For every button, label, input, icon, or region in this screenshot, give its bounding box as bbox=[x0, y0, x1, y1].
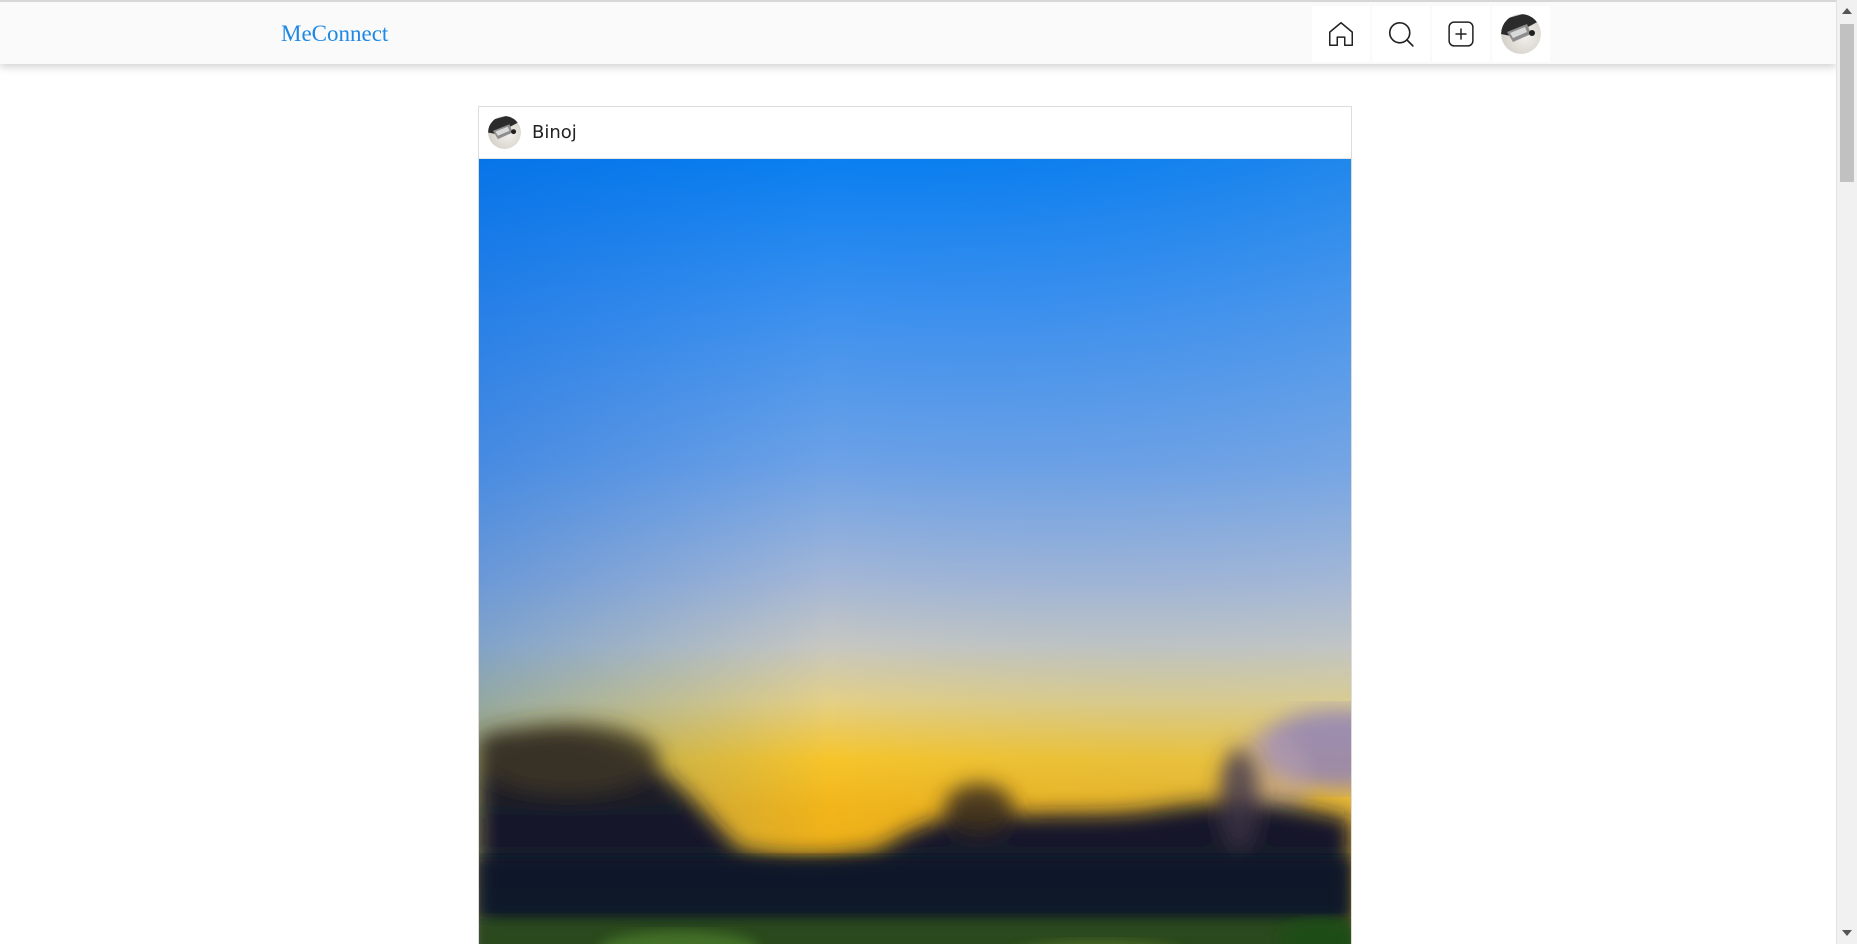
profile-avatar bbox=[1501, 14, 1541, 54]
post-card: Binoj bbox=[478, 106, 1352, 944]
plus-square-icon bbox=[1448, 21, 1474, 47]
home-button[interactable] bbox=[1312, 6, 1370, 62]
create-post-button[interactable] bbox=[1432, 6, 1490, 62]
page: MeConnect Binoj bbox=[0, 0, 1836, 944]
search-button[interactable] bbox=[1372, 6, 1430, 62]
post-header: Binoj bbox=[479, 107, 1351, 159]
nav-icon-group bbox=[1312, 6, 1550, 62]
scrollbar-thumb[interactable] bbox=[1840, 24, 1854, 182]
post-author-avatar[interactable] bbox=[488, 116, 521, 149]
sunset-landscape-photo bbox=[479, 159, 1351, 944]
scroll-up-arrow-icon[interactable] bbox=[1842, 8, 1852, 14]
vertical-scrollbar[interactable] bbox=[1836, 0, 1857, 944]
home-icon bbox=[1329, 22, 1353, 46]
search-icon bbox=[1388, 21, 1414, 47]
post-username[interactable]: Binoj bbox=[532, 122, 577, 143]
post-image[interactable] bbox=[479, 159, 1351, 944]
brand-logo-link[interactable]: MeConnect bbox=[281, 20, 388, 48]
top-navbar: MeConnect bbox=[0, 2, 1836, 64]
profile-button[interactable] bbox=[1492, 6, 1550, 62]
scroll-down-arrow-icon[interactable] bbox=[1842, 930, 1852, 936]
